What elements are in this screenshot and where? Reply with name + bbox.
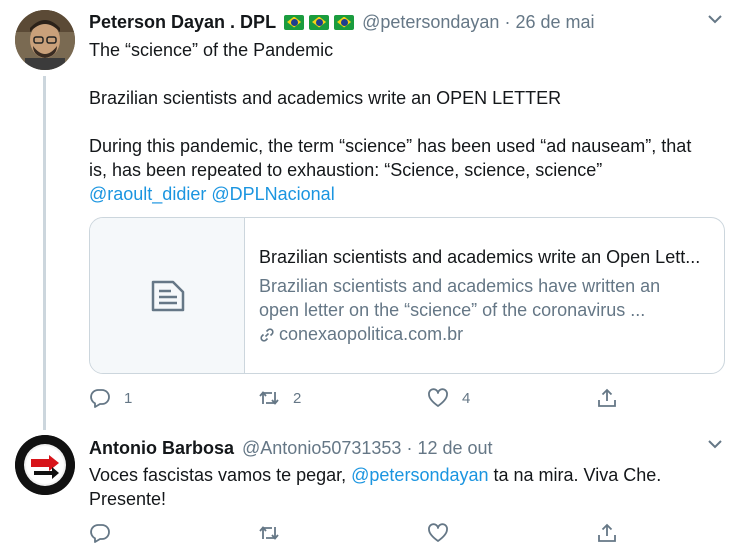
tweet-text: Voces fascistas vamos te pegar, — [89, 465, 352, 485]
card-thumbnail — [90, 218, 245, 373]
tweet-text-line: During this pandemic, the term “science”… — [89, 136, 692, 156]
retweet-button[interactable] — [258, 522, 280, 544]
reply-count: 1 — [124, 389, 133, 407]
share-button[interactable] — [596, 387, 618, 409]
reply-button[interactable]: 1 — [89, 387, 132, 409]
tweet[interactable]: Peterson Dayan . DPL @petersondayan · 26… — [0, 0, 741, 430]
card-domain: conexaopolitica.com.br — [259, 324, 463, 345]
tweet[interactable]: Antonio Barbosa @Antonio50731353 · 12 de… — [0, 425, 741, 554]
chevron-down-icon[interactable] — [706, 12, 724, 26]
reply-button[interactable] — [89, 522, 111, 544]
like-button[interactable] — [427, 522, 449, 544]
retweet-icon — [259, 526, 279, 540]
card-domain-text: conexaopolitica.com.br — [279, 324, 464, 344]
tweet-text: ta na mira. Viva Che. — [488, 465, 662, 485]
tweet-actions: 1 2 4 — [89, 387, 649, 413]
reply-icon — [90, 389, 110, 408]
separator: · — [504, 11, 511, 32]
antifascist-logo — [15, 435, 75, 495]
separator: · — [406, 437, 413, 458]
mentions-line: @raoult_didier @DPLNacional — [89, 182, 335, 206]
heart-icon — [428, 388, 448, 407]
tweet-text-line: Presente! — [89, 489, 167, 509]
document-icon — [151, 280, 185, 312]
tweet-text-line: Brazilian scientists and academics write… — [89, 88, 562, 108]
share-button[interactable] — [596, 522, 618, 544]
author-handle[interactable]: @petersondayan — [362, 12, 499, 33]
tweet-text-line: Voces fascistas vamos te pegar, @peterso… — [89, 463, 661, 487]
thread-line — [43, 76, 46, 430]
card-description-line: Brazilian scientists and academics have … — [259, 276, 661, 296]
tweet-text-line: is, has been repeated to exhaustion: “Sc… — [89, 160, 603, 180]
tweet-header: Antonio Barbosa @Antonio50731353 · 12 de… — [89, 437, 493, 459]
avatar[interactable] — [15, 10, 75, 70]
mention-link[interactable]: @petersondayan — [351, 465, 488, 485]
reply-icon — [90, 524, 110, 543]
mention-link[interactable]: @raoult_didier — [89, 184, 206, 204]
avatar[interactable] — [15, 435, 75, 495]
author-name[interactable]: Peterson Dayan . DPL — [89, 12, 276, 33]
tweet-text-line: The “science” of the Pandemic — [89, 40, 334, 60]
author-name[interactable]: Antonio Barbosa — [89, 438, 234, 459]
tweet-actions — [89, 522, 649, 548]
retweet-count: 2 — [293, 389, 302, 407]
card-description-line: open letter on the “science” of the coro… — [259, 300, 646, 320]
link-icon — [260, 327, 274, 342]
tweet-date[interactable]: 12 de out — [417, 438, 492, 459]
chevron-down-icon[interactable] — [706, 437, 724, 451]
brazil-flag-icon — [334, 14, 355, 30]
brazil-flag-icon — [309, 14, 330, 30]
avatar-photo — [15, 10, 75, 70]
card-title: Brazilian scientists and academics write… — [259, 247, 701, 267]
heart-icon — [428, 523, 448, 542]
card-description: Brazilian scientists and academics have … — [259, 274, 660, 322]
like-count: 4 — [462, 389, 471, 407]
author-handle[interactable]: @Antonio50731353 — [242, 438, 401, 459]
retweet-icon — [259, 391, 279, 405]
tweet-header: Peterson Dayan . DPL @petersondayan · 26… — [89, 11, 595, 33]
brazil-flag-icon — [284, 14, 305, 30]
like-button[interactable]: 4 — [427, 387, 470, 409]
share-icon — [598, 388, 616, 407]
share-icon — [598, 523, 616, 542]
link-card[interactable]: Brazilian scientists and academics write… — [89, 217, 725, 374]
retweet-button[interactable]: 2 — [258, 387, 301, 409]
mention-link[interactable]: @DPLNacional — [211, 184, 334, 204]
tweet-date[interactable]: 26 de mai — [515, 12, 594, 33]
